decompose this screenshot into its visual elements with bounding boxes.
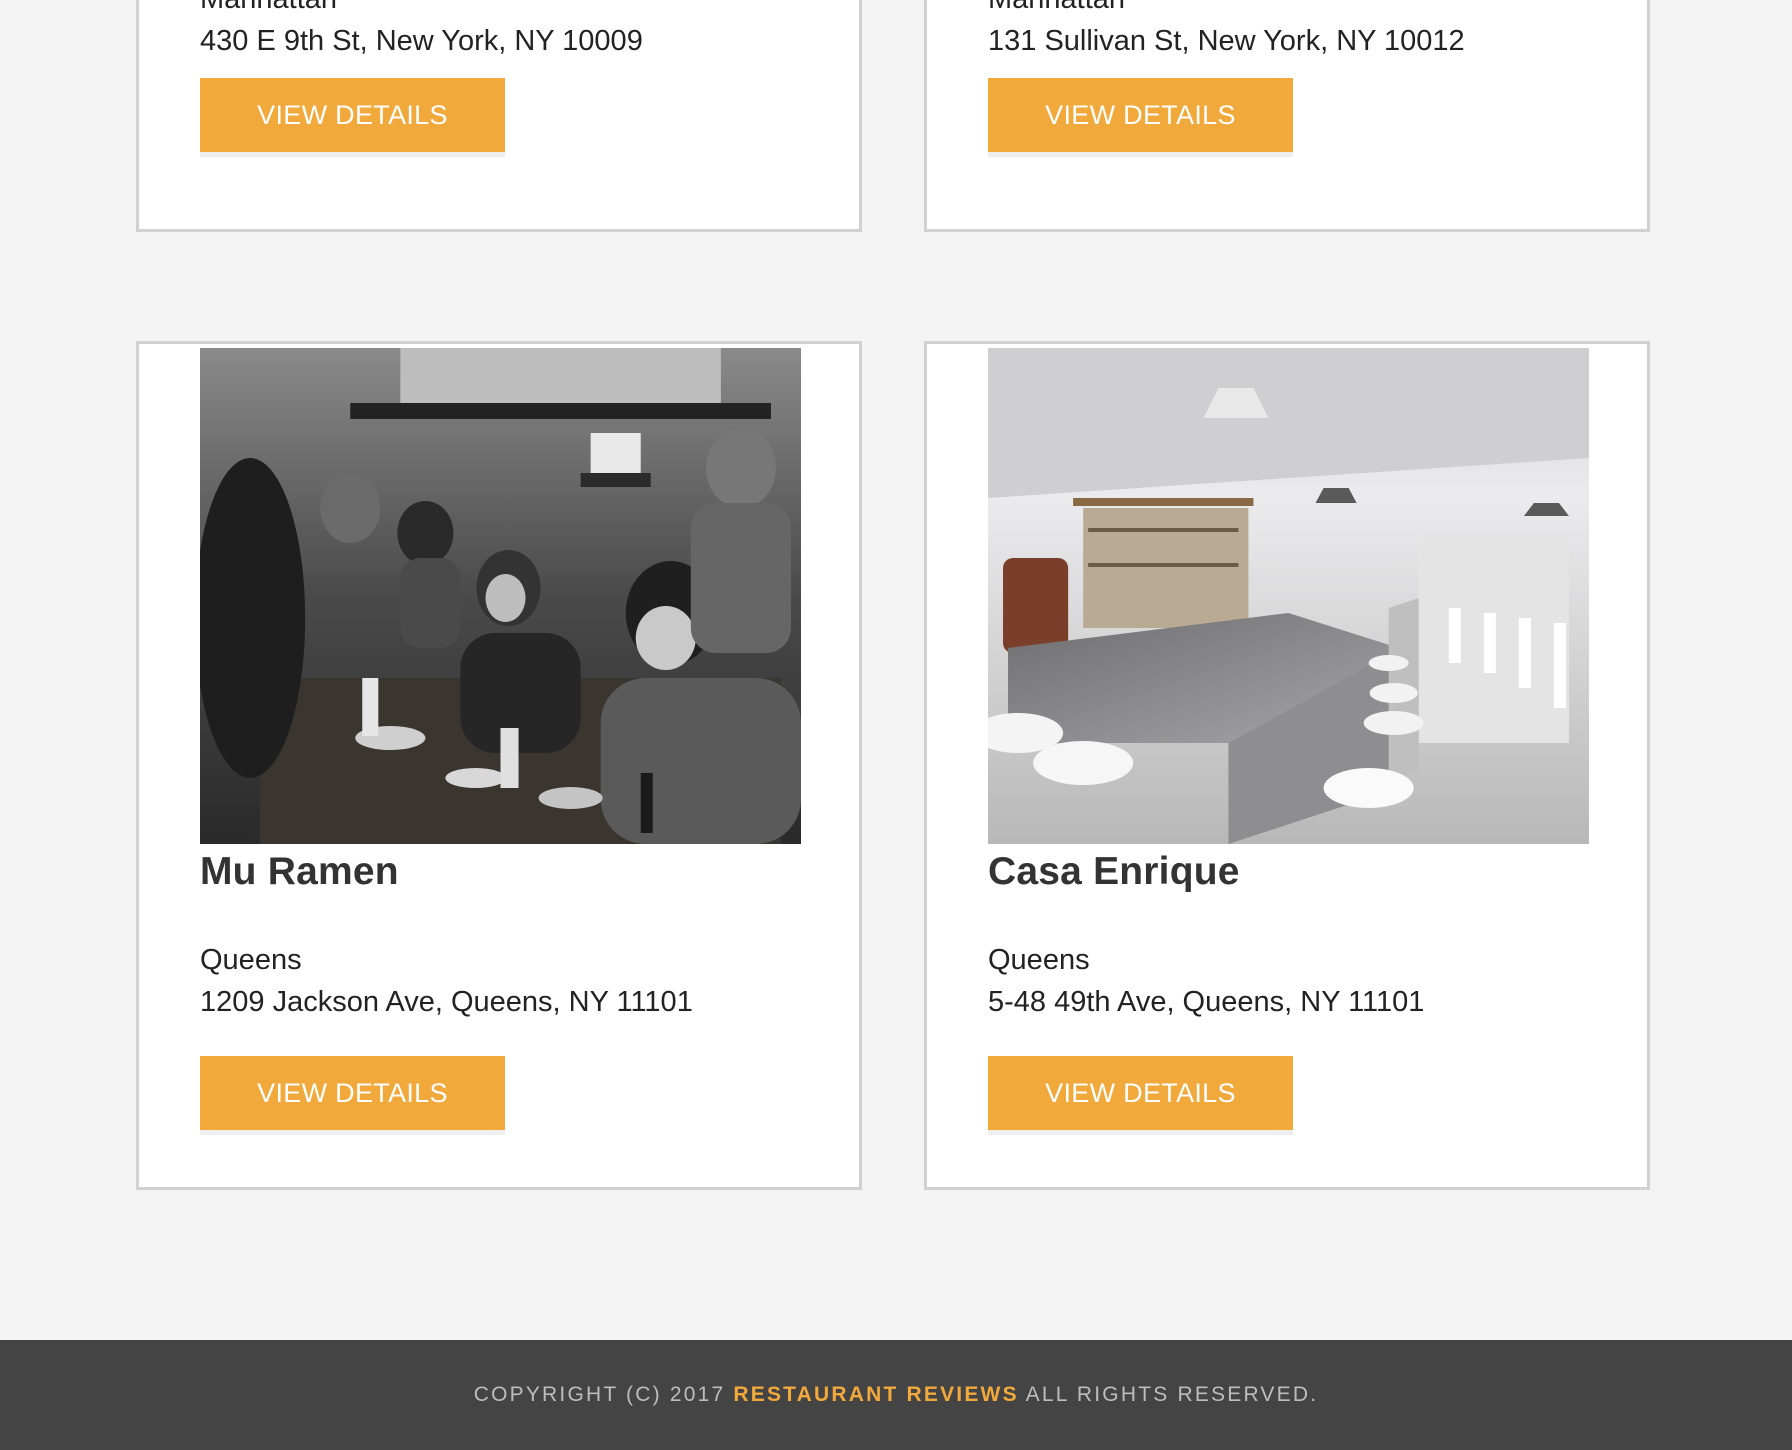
restaurant-address: 1209 Jackson Ave, Queens, NY 11101 xyxy=(200,986,693,1018)
view-details-button[interactable]: VIEW DETAILS xyxy=(200,78,505,152)
footer-brand-link[interactable]: RESTAURANT REVIEWS xyxy=(733,1383,1018,1406)
ramen-diners-photo xyxy=(200,348,801,844)
view-details-button[interactable]: VIEW DETAILS xyxy=(200,1056,505,1130)
restaurant-card: Manhattan 430 E 9th St, New York, NY 100… xyxy=(136,0,862,232)
restaurant-card: Casa Enrique Queens 5-48 49th Ave, Queen… xyxy=(924,341,1650,1190)
restaurant-card: Mu Ramen Queens 1209 Jackson Ave, Queens… xyxy=(136,341,862,1190)
restaurant-bar-interior-photo xyxy=(988,348,1589,844)
restaurant-name: Mu Ramen xyxy=(200,850,399,893)
footer: COPYRIGHT (C) 2017 RESTAURANT REVIEWS AL… xyxy=(0,1340,1792,1450)
footer-rights: ALL RIGHTS RESERVED. xyxy=(1025,1383,1319,1406)
view-details-button[interactable]: VIEW DETAILS xyxy=(988,78,1293,152)
restaurant-neighborhood: Queens xyxy=(988,944,1090,976)
restaurant-card: Manhattan 131 Sullivan St, New York, NY … xyxy=(924,0,1650,232)
restaurant-neighborhood: Manhattan xyxy=(988,0,1125,16)
restaurant-photo xyxy=(988,348,1589,844)
restaurant-address: 131 Sullivan St, New York, NY 10012 xyxy=(988,25,1465,57)
restaurant-name: Casa Enrique xyxy=(988,850,1240,893)
restaurant-address: 5-48 49th Ave, Queens, NY 11101 xyxy=(988,986,1425,1018)
restaurant-neighborhood: Queens xyxy=(200,944,302,976)
restaurant-neighborhood: Manhattan xyxy=(200,0,337,16)
view-details-button[interactable]: VIEW DETAILS xyxy=(988,1056,1293,1130)
page: Manhattan 430 E 9th St, New York, NY 100… xyxy=(0,0,1792,1450)
footer-copyright: COPYRIGHT (C) 2017 xyxy=(473,1383,726,1406)
restaurant-photo xyxy=(200,348,801,844)
restaurant-address: 430 E 9th St, New York, NY 10009 xyxy=(200,25,643,57)
